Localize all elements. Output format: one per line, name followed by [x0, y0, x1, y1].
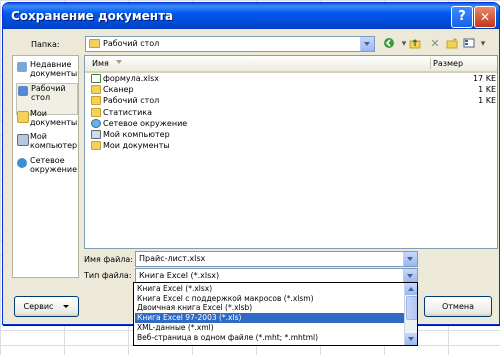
chevron-down-icon[interactable]	[360, 37, 374, 51]
new-folder-icon[interactable]	[445, 37, 459, 51]
table-row[interactable]: Сканер 1 KE	[91, 85, 496, 96]
filetype-option[interactable]: Книга Excel (*.xlsx)	[135, 284, 405, 294]
service-button-label: Сервис	[23, 302, 54, 311]
filetype-dropdown-list[interactable]: Книга Excel (*.xlsx) Книга Excel с подде…	[133, 282, 418, 346]
file-name: Сканер	[103, 85, 134, 95]
file-size: 1 KE	[478, 96, 496, 106]
filetype-option[interactable]: Двоичная книга Excel (*.xlsb)	[135, 303, 405, 313]
window-title: Сохранение документа	[11, 9, 174, 23]
dropdown-arrow-icon	[63, 305, 70, 308]
place-label: Мои документы	[30, 109, 78, 127]
title-bar[interactable]: Сохранение документа ? ✕	[3, 3, 499, 29]
table-row[interactable]: формула.xlsx 17 KE	[91, 74, 496, 85]
file-name: Рабочий стол	[103, 96, 160, 106]
desktop-icon	[18, 86, 28, 96]
file-rows: формула.xlsx 17 KE Сканер 1 KE Рабочий сто…	[91, 74, 496, 152]
back-icon[interactable]	[382, 37, 396, 51]
recent-documents-icon	[17, 62, 27, 72]
place-label: Рабочий стол	[31, 84, 66, 102]
place-label: Сетевое окружение	[30, 156, 78, 174]
up-folder-icon[interactable]	[408, 37, 422, 51]
save-dialog: Сохранение документа ? ✕ Папка: Рабочий …	[2, 2, 500, 325]
chevron-down-icon[interactable]	[403, 252, 417, 266]
location-select[interactable]: Рабочий стол	[85, 36, 375, 52]
network-icon	[91, 118, 101, 128]
delete-icon[interactable]: ✕	[428, 37, 442, 51]
table-row[interactable]: Рабочий стол 1 KE	[91, 96, 496, 107]
folder-icon	[91, 107, 101, 117]
file-name: Мой компьютер	[103, 129, 170, 139]
file-name: формула.xlsx	[103, 74, 159, 83]
help-button[interactable]: ?	[451, 6, 473, 28]
sort-arrow-icon	[116, 60, 122, 64]
chevron-down-icon[interactable]	[403, 269, 417, 283]
my-computer-icon	[17, 134, 29, 146]
help-icon: ?	[458, 9, 466, 24]
scroll-up-icon[interactable]	[405, 283, 417, 295]
filename-label: Имя файла:	[84, 255, 134, 264]
dropdown-scrollbar[interactable]	[404, 283, 417, 345]
place-network[interactable]: Сетевое окружение	[16, 156, 78, 186]
file-size: 17 KE	[472, 74, 496, 83]
cancel-button-label: Отмена	[441, 302, 475, 311]
filetype-value: Книга Excel (*.xlsx)	[139, 271, 220, 280]
place-label: Мой компьютер	[30, 132, 78, 150]
network-icon	[17, 158, 27, 168]
filename-value: Прайс-лист.xlsx	[139, 254, 206, 263]
filename-field[interactable]: Прайс-лист.xlsx	[135, 251, 418, 267]
location-value: Рабочий стол	[103, 39, 160, 48]
folder-icon	[91, 96, 101, 106]
column-size-header[interactable]: Размер	[433, 59, 463, 68]
filetype-option[interactable]: XML-данные (*.xml)	[135, 323, 405, 333]
table-row[interactable]: Статистика	[91, 107, 187, 119]
file-name: Статистика	[103, 107, 152, 117]
folder-icon	[91, 85, 101, 95]
table-row[interactable]: Сетевое окружение	[91, 118, 188, 130]
folder-icon	[91, 141, 101, 151]
location-label: Папка:	[31, 40, 60, 49]
views-icon[interactable]	[462, 37, 476, 51]
filetype-option[interactable]: Веб-страница в одном файле (*.mht; *.mht…	[135, 333, 405, 343]
file-name: Сетевое окружение	[103, 118, 188, 128]
table-row[interactable]: Мои документы	[91, 141, 187, 152]
excel-file-icon	[91, 74, 101, 83]
filetype-label: Тип файла:	[84, 271, 132, 280]
service-button[interactable]: Сервис	[14, 296, 79, 317]
file-list-header: Имя Размер	[85, 56, 497, 73]
column-name-header[interactable]: Имя	[92, 59, 109, 68]
place-label: Недавние документы	[30, 60, 78, 78]
file-size: 1 KE	[478, 85, 496, 95]
file-name: Мои документы	[103, 141, 170, 151]
chevron-down-icon[interactable]: ▾	[476, 37, 490, 51]
file-list[interactable]: Имя Размер формула.xlsx 17 KE Сканер 1 KE …	[84, 55, 498, 249]
filetype-option[interactable]: Книга Excel с поддержкой макросов (*.xls…	[135, 294, 405, 304]
close-button[interactable]: ✕	[474, 6, 496, 28]
places-bar: Недавние документы Рабочий стол Мои доку…	[12, 55, 79, 278]
close-icon: ✕	[479, 10, 491, 24]
desktop-icon	[89, 39, 100, 48]
table-row[interactable]: Мой компьютер	[91, 129, 187, 141]
filetype-option-selected[interactable]: Книга Excel 97-2003 (*.xls)	[135, 313, 405, 323]
scroll-down-icon[interactable]	[405, 333, 417, 345]
scroll-thumb[interactable]	[406, 296, 417, 320]
my-documents-icon	[17, 111, 29, 123]
cancel-button[interactable]: Отмена	[424, 296, 492, 317]
computer-icon	[91, 129, 101, 139]
